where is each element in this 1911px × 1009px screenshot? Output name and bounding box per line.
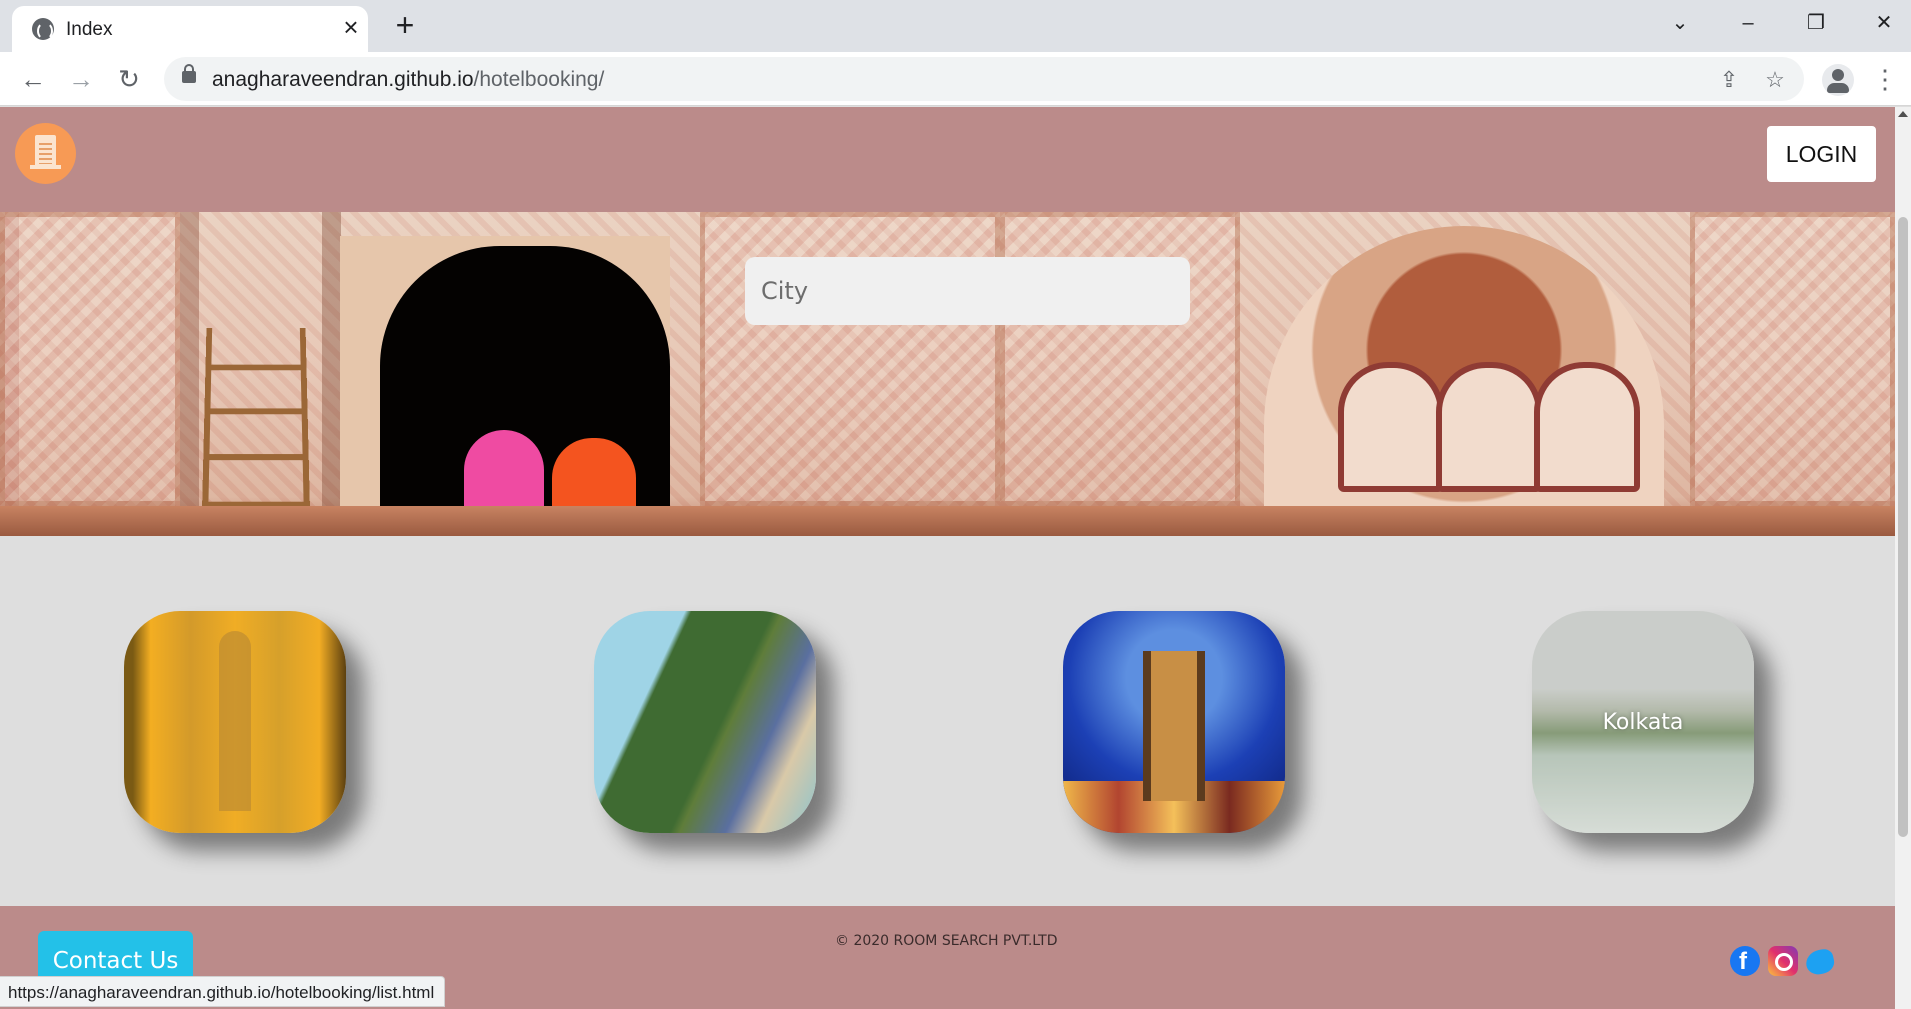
city-card-1[interactable]	[124, 611, 346, 833]
city-card-label	[1063, 611, 1285, 833]
close-icon[interactable]: ×	[338, 14, 364, 40]
lock-icon[interactable]	[182, 64, 196, 83]
hotel-logo-icon[interactable]	[15, 123, 76, 184]
restore-icon[interactable]: ❐	[1798, 8, 1834, 38]
url-text[interactable]: anagharaveendran.github.io/hotelbooking/	[212, 68, 604, 92]
scroll-up-icon[interactable]	[1898, 111, 1908, 117]
address-bar[interactable]: anagharaveendran.github.io/hotelbooking/…	[164, 57, 1804, 101]
browser-tab-bar: Index × + ⌄ – ❐ ✕	[0, 0, 1911, 52]
scroll-thumb[interactable]	[1898, 217, 1908, 837]
page-content: LOGIN Kolkata	[0, 107, 1895, 1009]
city-card-label	[594, 611, 816, 833]
back-icon[interactable]: ←	[16, 62, 50, 96]
profile-icon[interactable]	[1822, 64, 1854, 96]
city-card-kolkata[interactable]: Kolkata	[1532, 611, 1754, 833]
city-card-3[interactable]	[1063, 611, 1285, 833]
window-close-icon[interactable]: ✕	[1866, 8, 1902, 38]
copyright-text: © 2020 ROOM SEARCH PVT.LTD	[835, 933, 1058, 949]
hero-banner	[0, 212, 1895, 536]
city-card-label: Kolkata	[1602, 709, 1684, 735]
share-icon[interactable]: ⇪	[1716, 67, 1742, 93]
plus-icon[interactable]: +	[390, 9, 420, 41]
browser-toolbar: ← → ↻ anagharaveendran.github.io/hotelbo…	[0, 52, 1911, 106]
star-icon[interactable]: ☆	[1762, 67, 1788, 93]
site-header: LOGIN	[0, 107, 1895, 212]
city-search-input[interactable]	[745, 257, 1190, 325]
globe-icon	[32, 18, 54, 40]
city-card-label	[124, 611, 346, 833]
browser-tab[interactable]: Index ×	[12, 6, 368, 52]
twitter-icon[interactable]	[1803, 947, 1837, 977]
menu-icon[interactable]: ⋮	[1872, 62, 1898, 96]
minimize-icon[interactable]: –	[1730, 8, 1766, 38]
tab-title: Index	[66, 19, 113, 40]
forward-icon[interactable]: →	[64, 62, 98, 96]
login-button[interactable]: LOGIN	[1767, 126, 1876, 182]
page-scrollbar[interactable]	[1895, 107, 1911, 1009]
status-bar-url: https://anagharaveendran.github.io/hotel…	[0, 976, 446, 1007]
city-cards: Kolkata	[0, 536, 1895, 906]
chevron-down-icon[interactable]: ⌄	[1662, 8, 1698, 38]
instagram-icon[interactable]	[1768, 946, 1798, 976]
facebook-icon[interactable]	[1730, 946, 1760, 976]
reload-icon[interactable]: ↻	[112, 62, 146, 96]
city-card-2[interactable]	[594, 611, 816, 833]
